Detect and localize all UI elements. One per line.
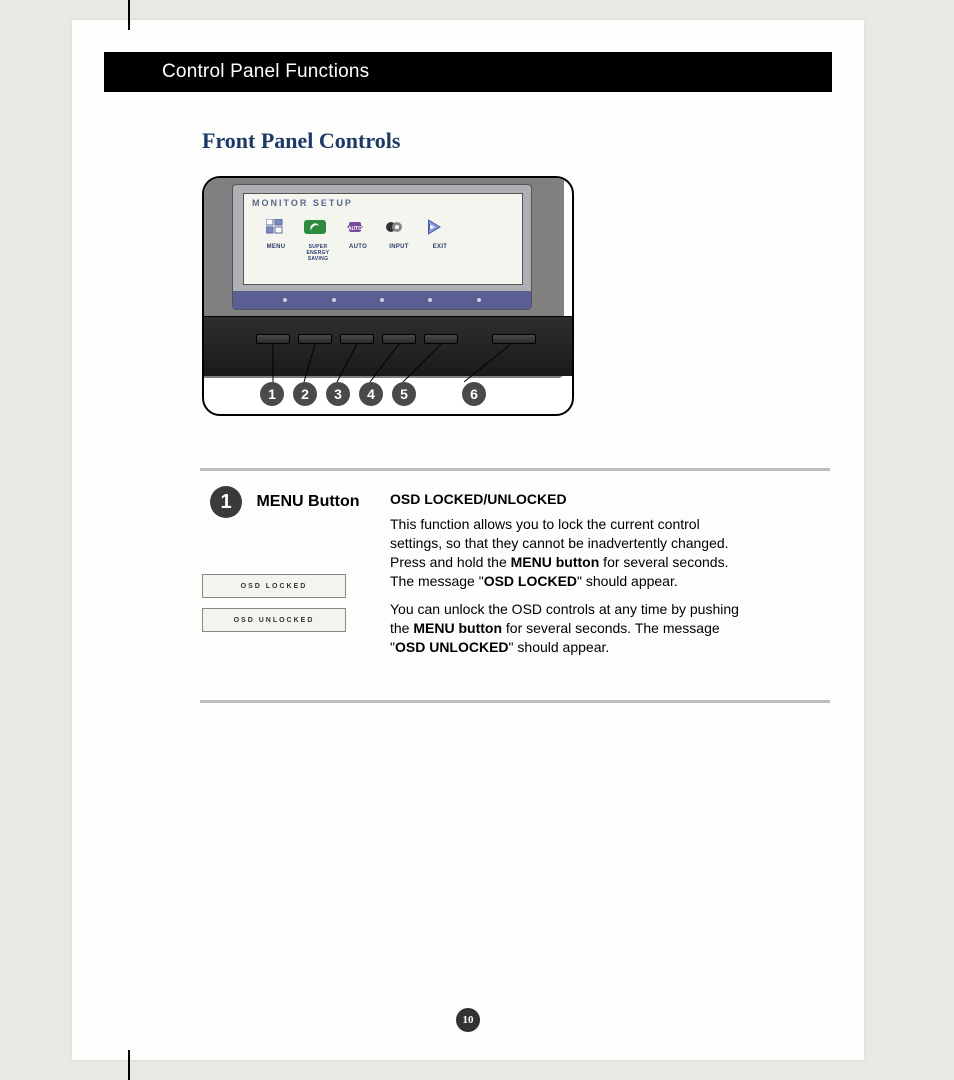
page: Control Panel Functions Front Panel Cont… (72, 20, 864, 1060)
osd-para-2: You can unlock the OSD controls at any t… (390, 600, 740, 657)
monitor-setup-title: MONITOR SETUP (252, 198, 353, 208)
callout-3: 3 (326, 382, 350, 406)
label-menu: MENU (254, 244, 298, 262)
divider-bottom (200, 700, 830, 703)
svg-text:AUTO: AUTO (348, 226, 362, 232)
divider-top (200, 468, 830, 471)
label-super-energy-saving: SUPERENERGYSAVING (298, 244, 338, 262)
menu-button-section: 1 MENU Button OSD LOCKED OSD UNLOCKED OS… (200, 486, 840, 667)
callout-lines (204, 344, 574, 384)
exit-icon (424, 218, 446, 236)
label-auto: AUTO (338, 244, 378, 262)
menu-button-label: MENU Button (256, 493, 359, 511)
callout-4: 4 (359, 382, 383, 406)
auto-icon: AUTO (344, 218, 366, 236)
menu-icon (264, 218, 286, 236)
callout-numbers: 1 2 3 4 5 6 (260, 382, 486, 406)
osd-heading: OSD LOCKED/UNLOCKED (390, 490, 840, 509)
physical-buttons (256, 334, 536, 344)
osd-para-1: This function allows you to lock the cur… (390, 515, 740, 591)
header-title: Control Panel Functions (162, 61, 369, 83)
label-exit: EXIT (420, 244, 460, 262)
callout-2: 2 (293, 382, 317, 406)
energy-saving-icon (304, 218, 326, 236)
page-number: 10 (456, 1008, 480, 1032)
osd-locked-box: OSD LOCKED (202, 574, 346, 598)
page-header: Control Panel Functions (104, 52, 832, 92)
callout-6: 6 (462, 382, 486, 406)
callout-5: 5 (392, 382, 416, 406)
callout-1: 1 (260, 382, 284, 406)
section-badge-1: 1 (210, 486, 242, 518)
section-title: Front Panel Controls (202, 128, 400, 154)
monitor-illustration: MONITOR SETUP AUTO (202, 176, 574, 416)
label-input: INPUT (378, 244, 420, 262)
input-icon (384, 218, 406, 236)
osd-unlocked-box: OSD UNLOCKED (202, 608, 346, 632)
